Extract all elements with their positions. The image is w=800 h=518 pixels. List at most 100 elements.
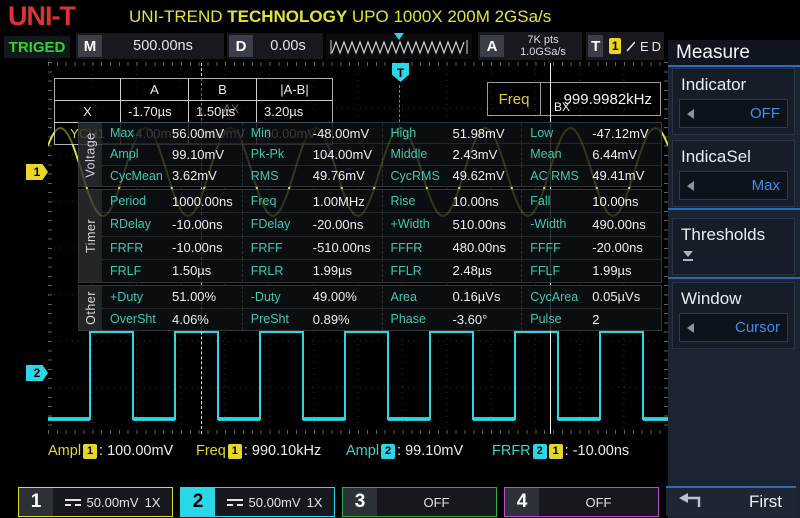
dc-coupling-icon [227, 499, 243, 506]
left-triangle-icon [687, 181, 694, 191]
title-brand: UNI-TREND [129, 7, 227, 26]
measure-item-value: 1.99µs [592, 263, 631, 278]
measure-item: Low-47.12mV [521, 123, 661, 143]
measure-item-value: 510.00ns [453, 217, 507, 232]
measure-item-label: CycMean [110, 169, 172, 183]
cursor-xb: 1.50µs [188, 100, 257, 123]
measure-item-value: 490.00ns [592, 217, 646, 232]
measure-item-label: FFLF [530, 264, 592, 278]
measure-item-value: 2 [592, 312, 599, 327]
measure-item-value: 1.50µs [172, 263, 211, 278]
trigger-position-icon [394, 33, 404, 40]
indicasel-select[interactable]: Max [679, 171, 788, 200]
trigger-box[interactable]: T 1 ED [586, 32, 664, 60]
channel-1-button[interactable]: 150.00mV1X [18, 487, 173, 517]
measure-item-value: 99.10mV [172, 147, 224, 162]
sidebar-group-thresholds[interactable]: Thresholds [672, 218, 795, 275]
measure-item-label: FFLR [391, 264, 453, 278]
trigger-label: T [588, 35, 603, 57]
indicator-select[interactable]: OFF [679, 99, 788, 128]
measure-item: -Duty49.00% [242, 286, 382, 308]
readout-value: : -10.00ns [565, 443, 630, 459]
measure-item: AC RMS49.41mV [521, 165, 661, 186]
readout-frfr: FRFR21: -10.00ns [492, 443, 629, 459]
sidebar-group-indicasel[interactable]: IndicaSelMax [672, 140, 795, 207]
measure-item-value: 10.00ns [592, 194, 638, 209]
first-page-label: First [708, 492, 796, 512]
measure-item-value: 2.48µs [453, 263, 492, 278]
measure-item-label: High [391, 126, 453, 140]
window-select[interactable]: Cursor [679, 313, 788, 342]
freq-label: Freq [488, 83, 541, 115]
measure-item-label: Area [391, 290, 453, 304]
measure-item: Middle2.43mV [382, 143, 522, 164]
measure-item-label: Low [530, 126, 592, 140]
measure-item-value: 10.00ns [453, 194, 499, 209]
readout-label: FRFR [492, 443, 531, 459]
measure-item: RDelay-10.00ns [102, 212, 242, 235]
channel-scale: 50.00mV [87, 495, 139, 510]
measure-item: FRLF1.50µs [102, 259, 242, 282]
cursor-bx-label: BX [554, 100, 570, 114]
measure-item: OverSht4.06% [102, 308, 242, 331]
measure-item-label: Ampl [110, 147, 172, 161]
measure-item: Freq1.00MHz [242, 190, 382, 212]
measure-item-label: Freq [251, 194, 313, 208]
first-page-button[interactable]: First [666, 486, 796, 516]
ch1-level-flag[interactable]: 1 [26, 164, 48, 180]
channel-badge: 2 [381, 444, 395, 459]
ch2-level-flag[interactable]: 2 [26, 365, 48, 381]
acquisition-box[interactable]: A 7K pts 1.0GSa/s [478, 32, 582, 60]
timebase-value: 500.00ns [102, 38, 224, 54]
measure-item: FFLR2.48µs [382, 259, 522, 282]
measure-item-label: Min [251, 126, 313, 140]
measure-item: Phase-3.60° [382, 308, 522, 331]
trigger-center-dashes [399, 85, 400, 127]
measure-item-label: CycArea [530, 290, 592, 304]
measure-item-label: Rise [391, 194, 453, 208]
channel-3-button[interactable]: 3OFF [342, 487, 497, 517]
measure-item-value: 49.62mV [453, 168, 505, 183]
readout-value: : 99.10mV [397, 443, 463, 459]
sidebar-title: Measure [668, 40, 800, 67]
measure-item-label: Phase [391, 312, 453, 326]
measure-item: FFLF1.99µs [521, 259, 661, 282]
measure-item-label: RMS [251, 169, 313, 183]
selected-value: Cursor [735, 319, 780, 336]
measure-item: -Width490.00ns [521, 212, 661, 235]
trigger-status: TRIGED [4, 36, 70, 58]
measure-item-label: PreSht [251, 312, 313, 326]
timebase-box[interactable]: M 500.00ns [76, 33, 224, 59]
sidebar-group-indicator[interactable]: IndicatorOFF [672, 68, 795, 135]
measure-item-value: 0.89% [313, 312, 350, 327]
measure-item-value: 4.06% [172, 312, 209, 327]
channel-number: 4 [505, 488, 539, 516]
measure-item: Rise10.00ns [382, 190, 522, 212]
measure-section-timer: TimerPeriod1000.00nsFreq1.00MHzRise10.00… [78, 189, 662, 283]
sidebar-group-window[interactable]: WindowCursor [672, 282, 795, 349]
measure-item-value: -10.00ns [172, 217, 223, 232]
measure-item-label: CycRMS [391, 169, 453, 183]
measure-item-label: +Duty [110, 290, 172, 304]
delay-box[interactable]: D 0.00s [227, 33, 323, 59]
measure-item-value: 1.00MHz [313, 194, 365, 209]
channel-4-button[interactable]: 4OFF [504, 487, 659, 517]
measure-item: Fall10.00ns [521, 190, 661, 212]
readout-label: Ampl [346, 443, 379, 459]
measure-item-value: -20.00ns [313, 217, 364, 232]
measure-item-label: Pk-Pk [251, 147, 313, 161]
title-tech: TECHNOLOGY [227, 7, 347, 26]
measure-item-label: FRLR [251, 264, 313, 278]
left-triangle-icon [687, 323, 694, 333]
title-model: UPO 1000X 200M 2GSa/s [347, 7, 551, 26]
measure-item-value: 1000.00ns [172, 194, 233, 209]
channel-number: 3 [343, 488, 377, 516]
measure-item-value: 56.00mV [172, 126, 224, 141]
measure-item: FFFR480.00ns [382, 236, 522, 259]
channel-2-button[interactable]: 250.00mV1X [180, 487, 335, 517]
channel-settings: 50.00mV1X [53, 495, 172, 510]
measure-item-value: 0.05µVs [592, 289, 640, 304]
model-title: UNI-TREND TECHNOLOGY UPO 1000X 200M 2GSa… [129, 7, 551, 27]
cursor-col-a: A [120, 78, 189, 101]
readout-ampl: Ampl2: 99.10mV [346, 443, 463, 459]
